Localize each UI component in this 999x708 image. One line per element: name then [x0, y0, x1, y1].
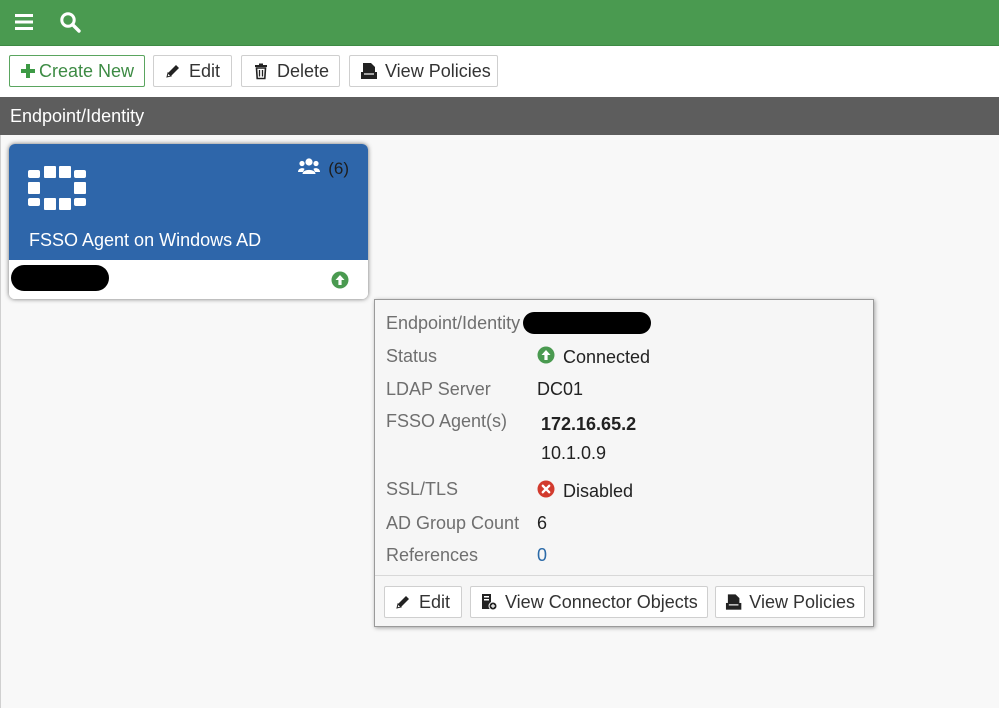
view-policies-label: View Policies: [385, 60, 491, 81]
create-new-button[interactable]: Create New: [9, 55, 145, 87]
plus-icon: [21, 64, 35, 78]
connected-status-icon: [537, 346, 555, 369]
redaction-mark: [11, 265, 109, 291]
edit-button[interactable]: Edit: [153, 55, 232, 87]
ssl-tls-label: SSL/TLS: [386, 479, 459, 499]
delete-button[interactable]: Delete: [241, 55, 340, 87]
connector-card[interactable]: (6) FSSO Agent on Windows AD: [9, 144, 368, 299]
group-count: (6): [298, 157, 349, 180]
popup-view-policies-label: View Policies: [749, 591, 855, 612]
card-title: FSSO Agent on Windows AD: [29, 230, 262, 250]
references-link[interactable]: 0: [537, 545, 547, 566]
status-up-icon: [331, 271, 349, 294]
search-icon[interactable]: [58, 10, 82, 34]
status-value: Connected: [537, 346, 650, 369]
view-connector-objects-button[interactable]: View Connector Objects: [470, 586, 708, 618]
popup-edit-button[interactable]: Edit: [384, 586, 462, 618]
policy-document-icon: [725, 594, 742, 610]
redaction-mark: [523, 312, 651, 334]
popup-edit-label: Edit: [419, 591, 451, 612]
toolbar: Create New Edit Delete View Policies: [0, 46, 999, 97]
policy-document-icon: [361, 63, 377, 79]
status-label: Status: [386, 346, 438, 366]
popup-actions: Edit View Connector Objects View Policie…: [375, 575, 873, 626]
references-label: References: [386, 545, 479, 565]
endpoint-identity-label: Endpoint/Identity: [386, 313, 521, 333]
trash-icon: [255, 63, 267, 80]
hamburger-menu-icon[interactable]: [12, 10, 36, 34]
ad-group-count-value: 6: [537, 513, 548, 533]
fortinet-grid-icon: [28, 166, 86, 215]
card-header: (6) FSSO Agent on Windows AD: [9, 144, 368, 260]
fsso-agents-label: FSSO Agent(s): [386, 411, 508, 431]
fsso-agent-primary: 172.16.65.2: [541, 414, 637, 434]
disabled-status-icon: [537, 480, 555, 503]
top-navigation-bar: [0, 0, 999, 46]
ad-group-count-label: AD Group Count: [386, 513, 520, 533]
group-count-text: (6): [328, 158, 349, 178]
pencil-icon: [396, 596, 409, 609]
create-new-label: Create New: [39, 60, 135, 81]
ssl-tls-value: Disabled: [537, 480, 633, 503]
ldap-server-value: DC01: [537, 379, 584, 399]
connector-details-popup: Endpoint/Identity Status Connected LDAP …: [374, 299, 874, 627]
popup-view-policies-button[interactable]: View Policies: [715, 586, 865, 618]
users-group-icon: [298, 157, 321, 180]
section-header: Endpoint/Identity: [0, 97, 999, 135]
view-policies-button[interactable]: View Policies: [349, 55, 498, 87]
view-connector-objects-label: View Connector Objects: [505, 591, 698, 612]
ssl-tls-text: Disabled: [563, 481, 634, 501]
delete-label: Delete: [277, 60, 330, 81]
fsso-agent-secondary: 10.1.0.9: [541, 443, 607, 463]
card-footer: [9, 260, 368, 299]
connector-objects-icon: [482, 594, 498, 611]
ldap-server-label: LDAP Server: [386, 379, 491, 399]
edit-label: Edit: [189, 60, 221, 81]
pencil-icon: [166, 65, 179, 78]
status-text: Connected: [563, 347, 651, 367]
